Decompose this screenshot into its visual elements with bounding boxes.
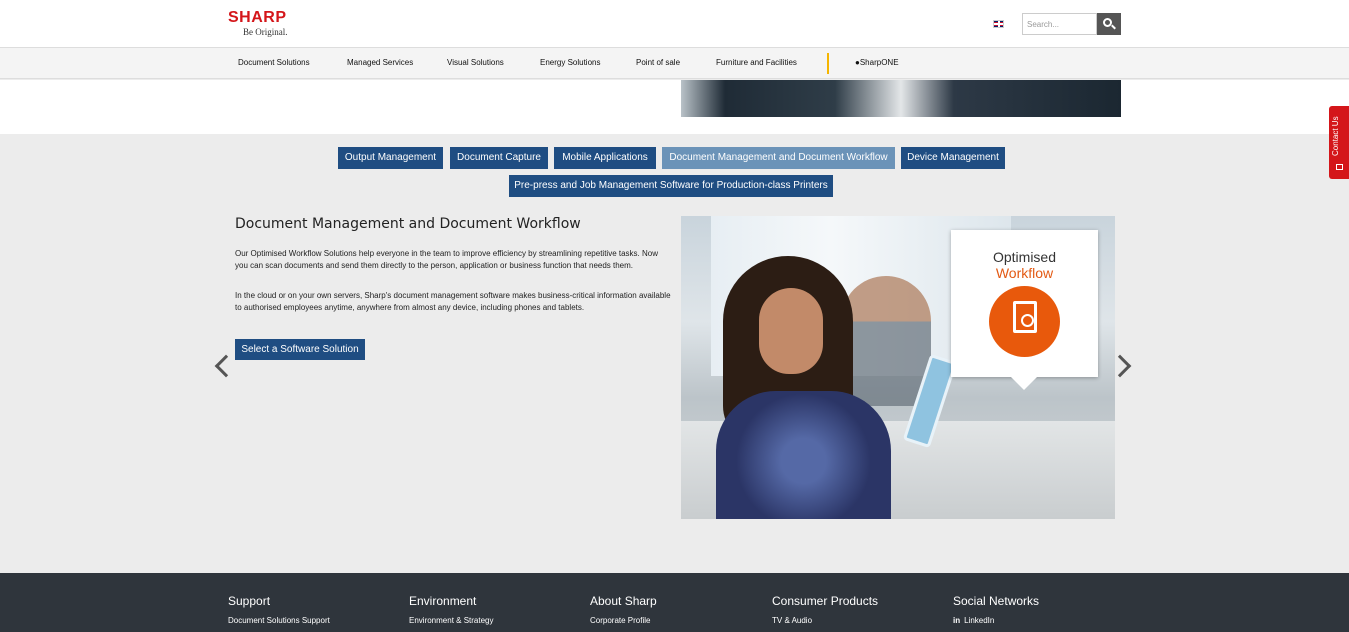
footer-heading: Consumer Products (772, 594, 879, 608)
section-title: Document Management and Document Workflo… (235, 216, 581, 232)
footer-link-linkedin[interactable]: in LinkedIn (953, 616, 1039, 625)
mail-icon (1336, 164, 1343, 170)
tab-output-management[interactable]: Output Management (338, 147, 443, 169)
linkedin-label: LinkedIn (964, 616, 995, 625)
optimised-workflow-badge: Optimised Workflow (951, 230, 1098, 390)
nav-item-furniture-facilities[interactable]: Furniture and Facilities (716, 58, 797, 67)
hero-band (0, 80, 1349, 134)
chevron-left-icon[interactable] (214, 354, 238, 378)
tab-document-capture[interactable]: Document Capture (450, 147, 548, 169)
tab-pre-press[interactable]: Pre-press and Job Management Software fo… (509, 175, 833, 197)
nav-item-energy-solutions[interactable]: Energy Solutions (540, 58, 600, 67)
footer-link[interactable]: Document Solutions Support (228, 616, 330, 625)
site-footer: Support Document Solutions Support Envir… (0, 573, 1349, 632)
site-header: SHARP Be Original. Search... (0, 0, 1349, 47)
footer-link[interactable]: Corporate Profile (590, 616, 657, 625)
nav-separator (827, 53, 829, 74)
tab-document-management[interactable]: Document Management and Document Workflo… (662, 147, 895, 169)
badge-line2: Workflow (995, 265, 1054, 281)
nav-item-point-of-sale[interactable]: Point of sale (636, 58, 680, 67)
footer-heading: About Sharp (590, 594, 657, 608)
document-refresh-icon (989, 286, 1060, 357)
footer-col-support: Support Document Solutions Support (228, 594, 330, 625)
hero-image (681, 80, 1121, 117)
footer-link[interactable]: TV & Audio (772, 616, 878, 625)
main-navigation: Document Solutions Managed Services Visu… (0, 47, 1349, 79)
logo-wordmark: SHARP (228, 9, 287, 26)
footer-col-about: About Sharp Corporate Profile (590, 594, 657, 625)
tab-mobile-applications[interactable]: Mobile Applications (554, 147, 656, 169)
footer-heading: Support (228, 594, 271, 608)
footer-col-environment: Environment Environment & Strategy (409, 594, 493, 625)
nav-item-managed-services[interactable]: Managed Services (347, 58, 413, 67)
paragraph-cloud: In the cloud or on your own servers, Sha… (235, 291, 671, 312)
badge-line1: Optimised (992, 249, 1057, 265)
contact-us-tab[interactable]: Contact Us (1329, 106, 1349, 179)
sharpone-link[interactable]: ●SharpONE (855, 58, 899, 67)
footer-col-social: Social Networks in LinkedIn (953, 594, 1039, 625)
search-input[interactable]: Search... (1022, 13, 1097, 35)
sharpone-label: SharpONE (859, 58, 899, 67)
contact-us-label: Contact Us (1331, 116, 1340, 156)
footer-heading: Environment (409, 594, 477, 608)
workflow-photo: Optimised Workflow (681, 216, 1115, 519)
footer-col-consumer: Consumer Products TV & Audio (772, 594, 878, 625)
uk-flag-icon[interactable] (993, 20, 1004, 28)
logo-tagline: Be Original. (243, 27, 288, 37)
select-software-button[interactable]: Select a Software Solution (235, 339, 365, 360)
tab-device-management[interactable]: Device Management (901, 147, 1005, 169)
footer-heading: Social Networks (953, 594, 1040, 608)
nav-item-visual-solutions[interactable]: Visual Solutions (447, 58, 504, 67)
sharp-logo[interactable]: SHARP Be Original. (228, 10, 288, 38)
nav-item-document-solutions[interactable]: Document Solutions (238, 58, 310, 67)
footer-link[interactable]: Environment & Strategy (409, 616, 493, 625)
search-button[interactable] (1097, 13, 1121, 35)
linkedin-icon: in (953, 616, 961, 625)
paragraph-intro: Our Optimised Workflow Solutions help ev… (235, 249, 658, 270)
